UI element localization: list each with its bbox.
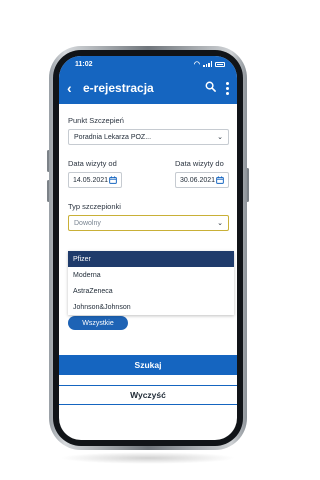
status-time: 11:02 xyxy=(75,60,93,68)
typ-select[interactable]: Dowolny ⌄ xyxy=(68,215,229,231)
punkt-value: Poradnia Lekarza POZ... xyxy=(74,133,152,141)
chevron-down-icon: ⌄ xyxy=(217,134,223,141)
phone-frame: 11:02 ◠ ‹ e-rejestracja Punkt Szczepień … xyxy=(49,46,247,450)
app-bar: ‹ e-rejestracja xyxy=(59,72,237,104)
wszystkie-button[interactable]: Wszystkie xyxy=(68,316,128,330)
typ-block: Typ szczepionki Dowolny ⌄ xyxy=(68,202,229,231)
date-from: Data wizyty od 14.05.2021 xyxy=(68,159,122,188)
clear-button[interactable]: Wyczyść xyxy=(59,385,237,405)
date-from-value: 14.05.2021 xyxy=(73,176,109,184)
search-button[interactable]: Szukaj xyxy=(59,355,237,375)
typ-label: Typ szczepionki xyxy=(68,202,121,211)
typ-dropdown: Pfizer Moderna AstraZeneca Johnson&Johns… xyxy=(68,251,234,315)
date-row: Data wizyty od 14.05.2021 Data wizyty do… xyxy=(68,159,229,188)
calendar-icon[interactable] xyxy=(216,176,224,184)
date-from-label: Data wizyty od xyxy=(68,159,117,168)
app-title: e-rejestracja xyxy=(83,81,154,95)
app-actions xyxy=(205,79,229,97)
dropdown-option[interactable]: Johnson&Johnson xyxy=(68,299,234,315)
date-to-input[interactable]: 30.06.2021 xyxy=(175,172,229,188)
date-from-input[interactable]: 14.05.2021 xyxy=(68,172,122,188)
phone-shadow xyxy=(60,452,236,464)
chevron-down-icon: ⌄ xyxy=(217,220,223,227)
status-bar: 11:02 ◠ xyxy=(59,56,237,72)
phone-bezel: 11:02 ◠ ‹ e-rejestracja Punkt Szczepień … xyxy=(53,50,243,446)
more-vertical-icon[interactable] xyxy=(226,81,229,95)
chevron-left-icon[interactable]: ‹ xyxy=(67,81,77,95)
punkt-select[interactable]: Poradnia Lekarza POZ... ⌄ xyxy=(68,129,229,145)
signal-icon xyxy=(203,61,212,67)
date-to-label: Data wizyty do xyxy=(175,159,224,168)
calendar-icon[interactable] xyxy=(109,176,117,184)
phone-screen: 11:02 ◠ ‹ e-rejestracja Punkt Szczepień … xyxy=(59,56,237,440)
date-to: Data wizyty do 30.06.2021 xyxy=(175,159,229,188)
punkt-label: Punkt Szczepień xyxy=(68,116,124,125)
battery-icon xyxy=(215,61,225,67)
dropdown-option[interactable]: Pfizer xyxy=(68,251,234,267)
wifi-icon: ◠ xyxy=(193,60,200,68)
status-icons: ◠ xyxy=(194,61,225,68)
date-to-value: 30.06.2021 xyxy=(180,176,216,184)
search-icon[interactable] xyxy=(205,79,216,97)
dropdown-option[interactable]: AstraZeneca xyxy=(68,283,234,299)
dropdown-option[interactable]: Moderna xyxy=(68,267,234,283)
typ-value: Dowolny xyxy=(74,219,101,227)
form: Punkt Szczepień Poradnia Lekarza POZ... … xyxy=(59,104,237,231)
